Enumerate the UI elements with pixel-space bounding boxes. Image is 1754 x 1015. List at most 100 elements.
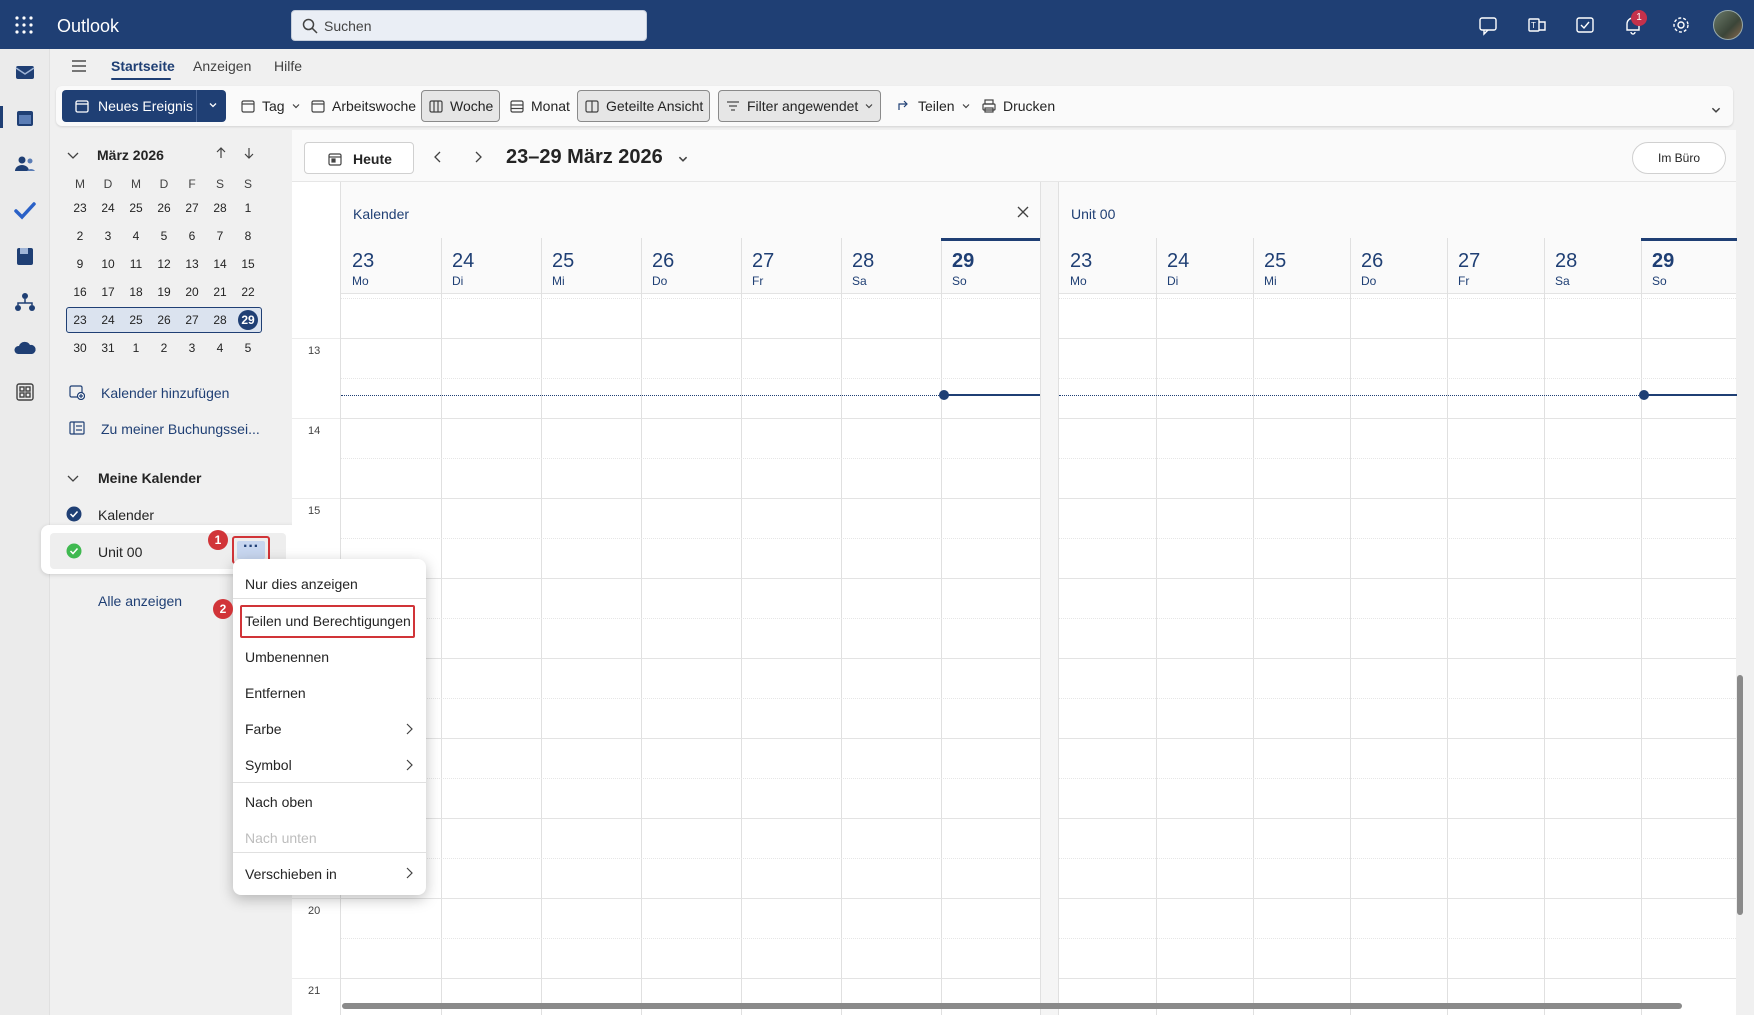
month-view-button[interactable]: Monat [503,90,576,122]
work-week-view-button[interactable]: Arbeitswoche [304,90,422,122]
menu-item-move-to[interactable]: Verschieben in [245,866,337,882]
mini-calendar-day[interactable]: 25 [122,201,150,215]
todo-check-icon[interactable] [13,198,37,222]
app-launcher-icon[interactable] [12,13,36,37]
vertical-scrollbar[interactable] [1737,675,1743,915]
day-number[interactable]: 24 [1167,250,1189,273]
in-office-button[interactable]: Im Büro [1632,142,1726,174]
mini-calendar-day[interactable]: 3 [94,229,122,243]
menu-item-color[interactable]: Farbe [245,721,282,737]
mini-calendar-day[interactable]: 22 [234,285,262,299]
day-number[interactable]: 26 [1361,250,1383,273]
mini-calendar-day[interactable]: 25 [122,313,150,327]
share-button[interactable]: Teilen [890,90,977,122]
mini-calendar-day[interactable]: 11 [122,257,150,271]
calendar-icon[interactable] [13,106,37,130]
mini-calendar-title[interactable]: März 2026 [97,147,164,163]
chevron-down-icon[interactable] [208,100,218,110]
mini-calendar-day[interactable]: 5 [234,341,262,355]
mini-calendar-day[interactable]: 27 [178,201,206,215]
show-all-link[interactable]: Alle anzeigen [98,593,182,609]
split-view-button[interactable]: Geteilte Ansicht [577,90,711,122]
menu-item-show-only-this[interactable]: Nur dies anzeigen [245,576,358,592]
mini-calendar-day[interactable]: 26 [150,313,178,327]
search-input[interactable]: Suchen [291,10,647,41]
mini-calendar-day[interactable]: 29 [234,313,262,327]
todo-icon[interactable] [1574,14,1596,36]
day-number[interactable]: 29 [952,250,974,273]
collapse-chevron-icon[interactable] [66,148,80,162]
mini-calendar-day[interactable]: 3 [178,341,206,355]
day-number[interactable]: 23 [1070,250,1092,273]
mini-calendar-day[interactable]: 15 [234,257,262,271]
mini-calendar-day[interactable]: 13 [178,257,206,271]
chevron-down-icon[interactable] [677,153,689,165]
horizontal-scrollbar[interactable] [342,1003,1682,1009]
day-number[interactable]: 24 [452,250,474,273]
mini-calendar-day[interactable]: 14 [206,257,234,271]
mini-calendar-day[interactable]: 24 [94,201,122,215]
mini-calendar-day[interactable]: 17 [94,285,122,299]
day-view-button[interactable]: Tag [234,90,307,122]
hamburger-menu-icon[interactable] [70,57,88,75]
teams-icon[interactable]: T [1526,14,1548,36]
mini-calendar-day[interactable]: 27 [178,313,206,327]
close-icon[interactable] [1017,206,1029,218]
tab-hilfe[interactable]: Hilfe [274,58,302,74]
new-event-button[interactable]: Neues Ereignis [62,90,226,122]
menu-item-rename[interactable]: Umbenennen [245,649,329,665]
day-number[interactable]: 28 [1555,250,1577,273]
mini-calendar-day[interactable]: 30 [66,341,94,355]
tab-anzeigen[interactable]: Anzeigen [193,58,251,74]
mini-calendar-day[interactable]: 5 [150,229,178,243]
calendar-green-check-icon[interactable] [66,543,82,559]
day-number[interactable]: 27 [752,250,774,273]
mini-calendar-day[interactable]: 23 [66,313,94,327]
files-icon[interactable] [13,244,37,268]
people-icon[interactable] [13,152,37,176]
mini-calendar-day[interactable]: 20 [178,285,206,299]
calendar-checked-icon[interactable] [66,506,82,522]
org-chart-icon[interactable] [13,290,37,314]
mini-calendar-day[interactable]: 2 [150,341,178,355]
day-number[interactable]: 23 [352,250,374,273]
settings-gear-icon[interactable] [1670,14,1692,36]
mini-calendar-day[interactable]: 8 [234,229,262,243]
mini-calendar-day[interactable]: 21 [206,285,234,299]
add-calendar-link[interactable]: Kalender hinzufügen [101,385,229,401]
print-button[interactable]: Drucken [975,90,1061,122]
collapse-chevron-icon[interactable] [66,471,80,485]
mini-calendar-day[interactable]: 4 [122,229,150,243]
mini-calendar-day[interactable]: 18 [122,285,150,299]
day-number[interactable]: 26 [652,250,674,273]
mini-calendar-day[interactable]: 24 [94,313,122,327]
mini-calendar-day[interactable]: 28 [206,313,234,327]
mini-calendar-day[interactable]: 1 [234,201,262,215]
date-range-title[interactable]: 23–29 März 2026 [506,146,663,169]
today-button[interactable]: Heute [304,142,414,174]
day-number[interactable]: 29 [1652,250,1674,273]
arrow-up-icon[interactable] [214,146,228,160]
chevron-left-icon[interactable] [431,150,445,164]
mini-calendar-day[interactable]: 23 [66,201,94,215]
mini-calendar-day[interactable]: 1 [122,341,150,355]
user-avatar[interactable] [1713,10,1743,40]
menu-item-move-up[interactable]: Nach oben [245,794,313,810]
day-number[interactable]: 28 [852,250,874,273]
chevron-right-icon[interactable] [471,150,485,164]
mini-calendar-day[interactable]: 16 [66,285,94,299]
filter-button[interactable]: Filter angewendet [718,90,882,122]
calendar-item-kalender[interactable]: Kalender [98,507,154,523]
mini-calendar-day[interactable]: 7 [206,229,234,243]
mini-calendar-day[interactable]: 9 [66,257,94,271]
tab-startseite[interactable]: Startseite [111,58,175,74]
mini-calendar-day[interactable]: 4 [206,341,234,355]
mail-icon[interactable] [13,60,37,84]
day-number[interactable]: 25 [1264,250,1286,273]
mini-calendar-day[interactable]: 2 [66,229,94,243]
onedrive-cloud-icon[interactable] [13,336,37,360]
apps-icon[interactable] [13,380,37,404]
ribbon-expand-chevron-icon[interactable] [1710,104,1722,116]
chat-icon[interactable] [1477,14,1499,36]
mini-calendar-day[interactable]: 19 [150,285,178,299]
